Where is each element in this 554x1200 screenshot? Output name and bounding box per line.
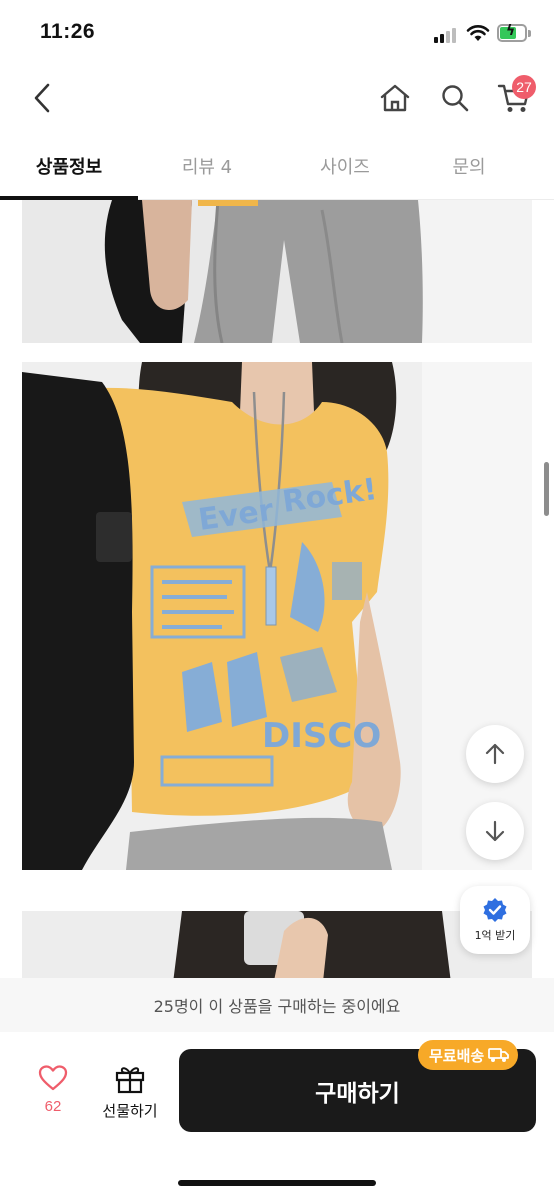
tshirt-photo-image: Ever Rock! DISCO [22, 362, 532, 870]
scroll-to-bottom-button[interactable] [466, 802, 524, 860]
pants-photo-image [22, 200, 532, 343]
product-photo-mirror [22, 911, 532, 978]
home-button[interactable] [374, 76, 416, 120]
wifi-icon [466, 25, 490, 41]
print-text-disco: DISCO [262, 716, 381, 756]
scroll-to-top-button[interactable] [466, 725, 524, 783]
arrow-down-icon [485, 820, 505, 842]
like-button[interactable]: 62 [28, 1064, 78, 1128]
arrow-up-icon [485, 743, 505, 765]
search-button[interactable] [434, 76, 476, 120]
like-count: 62 [44, 1098, 62, 1115]
free-shipping-badge: 무료배송 [418, 1040, 519, 1070]
chevron-left-icon [34, 83, 50, 113]
bottom-action-bar: 62 선물하기 구매하기 무료배송 [0, 1032, 554, 1200]
cart-count-badge: 27 [512, 75, 536, 99]
search-icon [442, 85, 469, 112]
battery-icon: ϟ [497, 23, 527, 42]
gift-label: 선물하기 [102, 1102, 158, 1120]
free-shipping-label: 무료배송 [429, 1046, 485, 1065]
home-indicator [178, 1180, 376, 1186]
tab-size[interactable]: 사이즈 [276, 134, 414, 198]
verified-badge-icon [483, 898, 507, 922]
purchase-activity-notice: 25명이 이 상품을 구매하는 중이에요 [0, 978, 554, 1032]
status-bar: 11:26 ϟ [0, 0, 554, 66]
status-time: 11:26 [40, 20, 96, 43]
product-photo-tshirt: Ever Rock! DISCO [22, 362, 532, 870]
battery-cap [528, 30, 531, 37]
cellular-signal-icon [434, 27, 460, 43]
gift-button[interactable]: 선물하기 [92, 1064, 168, 1128]
tab-reviews[interactable]: 리뷰 4 [138, 134, 276, 198]
tab-product-info[interactable]: 상품정보 [0, 134, 138, 198]
mirror-photo-image [22, 911, 532, 978]
product-tabs: 상품정보 리뷰 4 사이즈 문의 [0, 134, 554, 200]
tab-inquiry[interactable]: 문의 [400, 134, 538, 198]
product-detail-content: Ever Rock! DISCO [0, 200, 554, 978]
nav-header [0, 66, 554, 134]
product-photo-pants [22, 200, 532, 343]
home-icon [380, 84, 410, 112]
back-button[interactable] [22, 76, 62, 120]
heart-icon [38, 1065, 68, 1091]
coupon-label: 1억 받기 [474, 929, 516, 942]
gift-icon [115, 1067, 145, 1094]
delivery-truck-icon [488, 1048, 510, 1062]
coupon-button[interactable]: 1억 받기 [460, 886, 530, 954]
scrollbar[interactable] [544, 462, 549, 516]
